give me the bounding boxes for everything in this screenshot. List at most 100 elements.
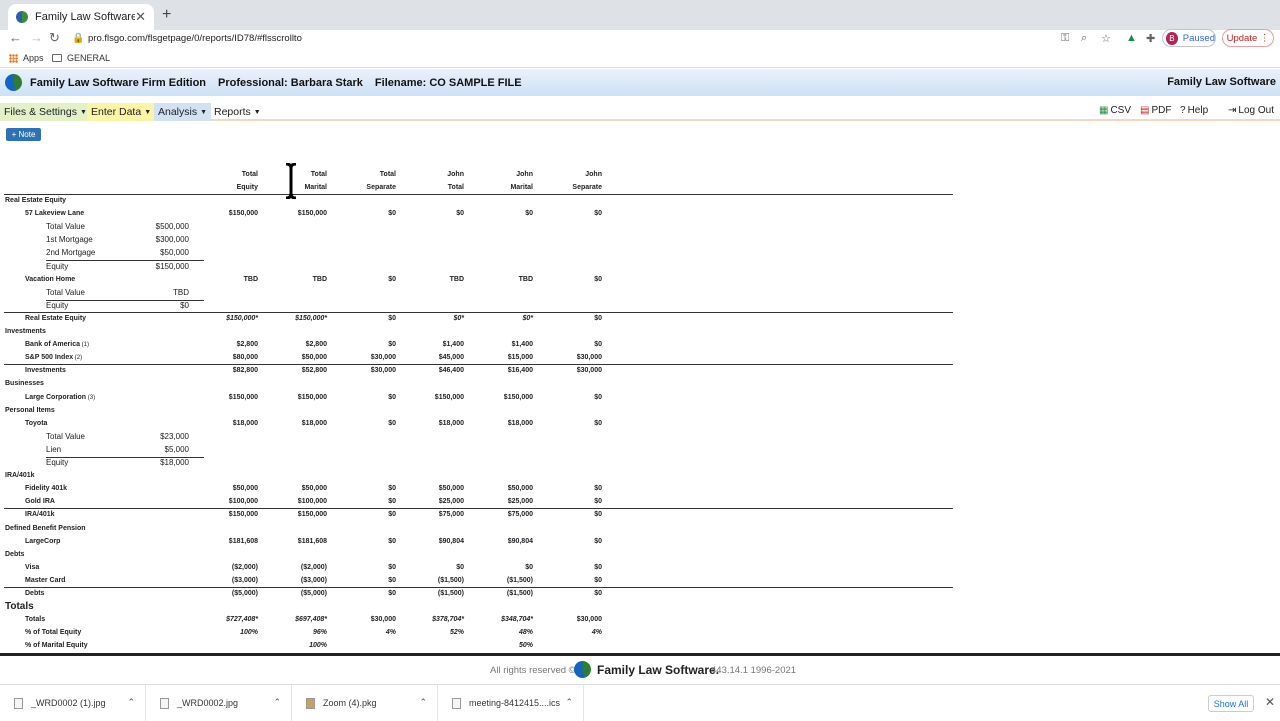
item-label: % of Marital Equity: [25, 642, 88, 649]
drive-icon[interactable]: ▲: [1126, 32, 1137, 44]
value-cell: $1,400: [511, 341, 533, 348]
sub-item-amount: $0: [180, 301, 189, 310]
value-cell: $80,000: [232, 354, 258, 361]
pdf-icon: ▤: [1140, 105, 1150, 116]
sub-item-amount: $50,000: [160, 248, 189, 257]
value-cell: ($1,500): [437, 577, 464, 584]
sub-item-label: Equity: [46, 301, 69, 310]
value-cell: $150,000: [297, 394, 327, 401]
section-label: Investments: [5, 328, 46, 335]
value-cell: $1,400: [442, 341, 464, 348]
help-button[interactable]: ? Help: [1180, 105, 1208, 116]
column-header-bottom: Separate: [366, 184, 396, 191]
value-cell: $0: [594, 485, 602, 492]
value-cell: ($5,000): [231, 590, 258, 597]
chevron-up-icon[interactable]: ⌃: [273, 697, 281, 708]
subtotal-rule: [4, 312, 953, 313]
star-icon[interactable]: ☆: [1101, 32, 1111, 45]
value-cell: $0: [594, 420, 602, 427]
item-label: Bank of America (1): [25, 341, 89, 348]
chevron-up-icon[interactable]: ⌃: [127, 697, 135, 708]
value-cell: $0: [594, 538, 602, 545]
value-cell: $50,000: [301, 485, 327, 492]
pdf-button[interactable]: ▤ PDF: [1140, 105, 1171, 116]
item-label: Master Card: [25, 577, 66, 584]
value-cell: $0: [594, 577, 602, 584]
value-cell: $75,000: [438, 511, 464, 518]
value-cell: $150,000*: [226, 315, 258, 322]
value-cell: $727,408*: [226, 616, 258, 623]
chevron-up-icon[interactable]: ⌃: [565, 697, 573, 708]
value-cell: $0: [525, 564, 533, 571]
value-cell: $100,000: [297, 498, 327, 505]
item-label: Large Corporation (3): [25, 394, 96, 401]
download-item[interactable]: _WRD0002 (1).jpg ⌃: [0, 685, 146, 721]
value-cell: $0: [388, 590, 396, 597]
value-cell: ($1,500): [506, 590, 533, 597]
download-item[interactable]: Zoom (4).pkg ⌃: [292, 685, 438, 721]
value-cell: $2,800: [305, 341, 327, 348]
update-button[interactable]: Update ⋮: [1222, 29, 1274, 47]
value-cell: $0: [456, 210, 464, 217]
package-icon: [306, 697, 315, 709]
value-cell: $30,000: [576, 616, 602, 623]
value-cell: $0: [456, 564, 464, 571]
value-cell: $0*: [453, 315, 464, 322]
value-cell: $0: [594, 511, 602, 518]
csv-button[interactable]: ▦ CSV: [1099, 105, 1131, 116]
close-icon[interactable]: ✕: [1265, 695, 1275, 709]
value-cell: $82,800: [232, 367, 258, 374]
value-cell: $150,000: [297, 210, 327, 217]
subtotal-rule: [4, 364, 953, 365]
download-name: _WRD0002 (1).jpg: [31, 698, 106, 708]
value-cell: $30,000: [370, 616, 396, 623]
column-header-top: John: [447, 171, 464, 178]
value-cell: $52,800: [301, 367, 327, 374]
value-cell: $348,704*: [501, 616, 533, 623]
file-icon: [14, 697, 23, 709]
zoom-icon[interactable]: ⌕: [1081, 32, 1087, 45]
header-rule: [4, 194, 953, 195]
value-cell: $0: [594, 394, 602, 401]
item-label: Gold IRA: [25, 498, 55, 505]
download-name: _WRD0002.jpg: [177, 698, 239, 708]
section-label: Defined Benefit Pension: [5, 525, 86, 532]
key-icon[interactable]: ⚿: [1061, 32, 1069, 45]
item-label: Fidelity 401k: [25, 485, 68, 492]
help-label: Help: [1187, 105, 1209, 116]
value-cell: $90,804: [438, 538, 464, 545]
value-cell: $0: [594, 590, 602, 597]
sub-item-label: Equity: [46, 262, 69, 271]
profile-paused-button[interactable]: B Paused: [1162, 29, 1216, 47]
item-label: Vacation Home: [25, 276, 76, 283]
value-cell: TBD: [243, 276, 258, 283]
value-cell: $150,000: [228, 210, 258, 217]
sub-item-amount: $18,000: [160, 458, 189, 467]
value-cell: $100,000: [228, 498, 258, 505]
version-text: 443.14.1 1996-2021: [711, 665, 797, 676]
value-cell: $150,000*: [295, 315, 327, 322]
value-cell: $15,000: [507, 354, 533, 361]
value-cell: $30,000: [576, 367, 602, 374]
value-cell: $0: [388, 538, 396, 545]
value-cell: TBD: [518, 276, 533, 283]
value-cell: $25,000: [507, 498, 533, 505]
download-item[interactable]: _WRD0002.jpg ⌃: [146, 685, 292, 721]
downloads-bar: _WRD0002 (1).jpg ⌃ _WRD0002.jpg ⌃ Zoom (4)…: [0, 684, 1280, 721]
file-icon: [452, 697, 461, 709]
chevron-up-icon[interactable]: ⌃: [419, 697, 427, 708]
value-cell: $30,000: [576, 354, 602, 361]
value-cell: $0: [388, 210, 396, 217]
value-cell: ($3,000): [300, 577, 327, 584]
value-cell: $150,000: [297, 511, 327, 518]
show-all-button[interactable]: Show All: [1208, 695, 1254, 712]
logout-button[interactable]: ⇥ Log Out: [1228, 105, 1274, 116]
value-cell: $30,000: [370, 367, 396, 374]
value-cell: $0: [388, 564, 396, 571]
value-cell: $150,000: [228, 511, 258, 518]
sub-item-label: Total Value: [46, 432, 85, 441]
item-label: Toyota: [25, 420, 48, 427]
value-cell: $0: [594, 341, 602, 348]
extensions-icon[interactable]: ✚: [1146, 32, 1155, 45]
download-item[interactable]: meeting-8412415....ics ⌃: [438, 685, 584, 721]
